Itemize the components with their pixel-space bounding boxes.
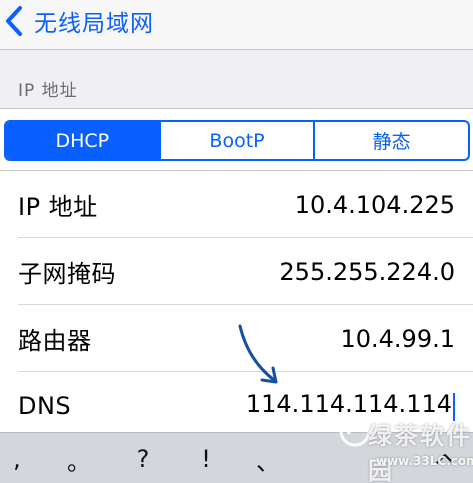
section-header: IP 地址 xyxy=(18,81,78,101)
segmented-control-container: DHCP BootP 静态 xyxy=(0,108,473,170)
chevron-left-icon xyxy=(6,6,22,36)
navigation-bar: 无线局域网 xyxy=(0,0,473,50)
router-value: 10.4.99.1 xyxy=(340,324,455,353)
text-cursor xyxy=(453,393,455,422)
key-exclamation[interactable]: ! xyxy=(181,437,231,481)
subnet-mask-value: 255.255.224.0 xyxy=(279,257,455,286)
key-comma[interactable]: , xyxy=(0,437,42,481)
key-period[interactable]: 。 xyxy=(54,437,104,481)
ip-address-value: 10.4.104.225 xyxy=(294,190,455,219)
dns-input[interactable]: 114.114.114.114 xyxy=(246,390,455,422)
key-expand[interactable] xyxy=(420,437,470,481)
subnet-mask-label: 子网掩码 xyxy=(18,260,116,288)
dns-value: 114.114.114.114 xyxy=(245,389,452,418)
subnet-mask-row[interactable]: 子网掩码 255.255.224.0 xyxy=(0,238,473,305)
keyboard: , 。 ? ! 、 xyxy=(0,432,473,483)
ip-mode-segmented-control: DHCP BootP 静态 xyxy=(4,120,470,161)
segment-bootp[interactable]: BootP xyxy=(158,122,314,159)
back-button-label: 无线局域网 xyxy=(34,11,154,37)
segment-dhcp[interactable]: DHCP xyxy=(6,122,159,159)
back-button[interactable]: 无线局域网 xyxy=(4,4,154,38)
ip-address-label: IP 地址 xyxy=(18,193,98,221)
key-enumeration-comma[interactable]: 、 xyxy=(243,437,293,481)
dns-row[interactable]: DNS 114.114.114.114 xyxy=(0,372,473,439)
segment-static[interactable]: 静态 xyxy=(313,122,468,159)
ip-settings-list: IP 地址 10.4.104.225 子网掩码 255.255.224.0 路由… xyxy=(0,170,473,439)
dns-label: DNS xyxy=(18,391,72,420)
router-label: 路由器 xyxy=(18,327,92,355)
router-row[interactable]: 路由器 10.4.99.1 xyxy=(0,305,473,372)
key-question[interactable]: ? xyxy=(118,437,168,481)
ip-address-row[interactable]: IP 地址 10.4.104.225 xyxy=(0,171,473,238)
chevron-up-icon xyxy=(436,454,454,464)
